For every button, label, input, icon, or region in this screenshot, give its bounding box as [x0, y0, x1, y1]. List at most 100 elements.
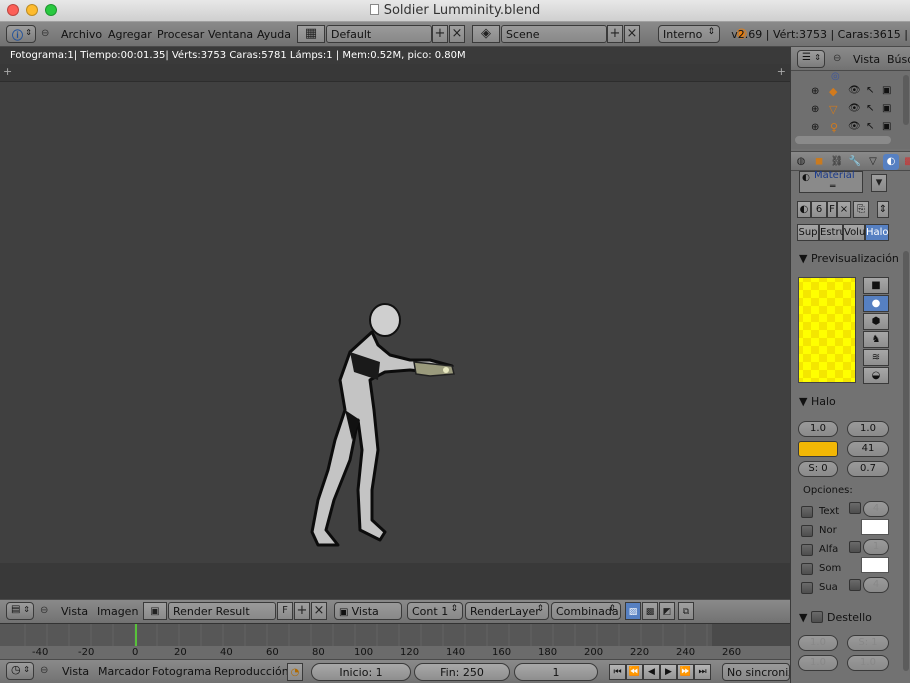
editor-type-button[interactable]: ◷ ⇕: [6, 662, 34, 680]
editor-type-button[interactable]: ⓘ ⇕: [6, 25, 36, 43]
flare-panel-header[interactable]: ▼ Destello: [799, 611, 872, 624]
play-reverse-button[interactable]: ◀: [643, 664, 660, 680]
option-text-checkbox[interactable]: [801, 506, 813, 518]
halo-size-field[interactable]: 1.0: [798, 421, 838, 437]
render-tab-icon[interactable]: ◍: [793, 154, 809, 170]
modifier-tab-icon[interactable]: 🔧: [847, 154, 863, 170]
star-checkbox[interactable]: [849, 579, 861, 591]
material-tab-icon[interactable]: ◐: [883, 154, 899, 170]
editor-type-button[interactable]: ▤ ⇕: [6, 602, 34, 620]
outliner-hscrollbar[interactable]: [795, 136, 891, 144]
timeline-playhead[interactable]: [135, 624, 137, 646]
menu-vista[interactable]: Vista: [62, 665, 89, 678]
preview-panel-header[interactable]: ▼ Previsualización: [799, 252, 899, 265]
timeline-area[interactable]: -40 -20 0 20 40 60 80 100 120 140 160 18…: [0, 623, 790, 660]
copy-to-clipboard-button[interactable]: ⧉: [678, 602, 694, 620]
preview-sky-button[interactable]: ◒: [863, 367, 889, 384]
flare-subsize-field[interactable]: 1.0: [847, 655, 889, 671]
halo-alpha-field[interactable]: 0.7: [847, 461, 889, 477]
lines-count-field[interactable]: 4: [863, 501, 889, 517]
draw-image-and-alpha-button[interactable]: ▨: [625, 602, 641, 620]
texture-tab-icon[interactable]: ▩: [901, 154, 910, 170]
menu-marcador[interactable]: Marcador: [98, 665, 150, 678]
delete-scene-button[interactable]: ×: [624, 25, 640, 43]
layout-name-field[interactable]: Default: [326, 25, 432, 43]
line-color-swatch[interactable]: [861, 519, 889, 535]
scene-selector-button[interactable]: ◈: [472, 25, 500, 43]
halo-seed-field[interactable]: S: 0: [798, 461, 838, 477]
current-frame-field[interactable]: 1: [514, 663, 598, 681]
preview-monkey-button[interactable]: ♞: [863, 331, 889, 348]
layout-selector-button[interactable]: ▦: [297, 25, 325, 43]
material-slot-name[interactable]: Material: [814, 170, 855, 181]
data-tab-icon[interactable]: ▽: [865, 154, 881, 170]
ring-color-swatch[interactable]: [861, 557, 889, 573]
outliner-search-field[interactable]: Búsq: [887, 53, 910, 66]
menu-agregar[interactable]: Agregar: [108, 28, 152, 41]
collapse-menu-icon[interactable]: ⊖: [833, 53, 841, 64]
type-tab-surface[interactable]: Sup: [797, 224, 819, 241]
cursor-icon[interactable]: ↖: [866, 103, 874, 114]
eye-icon[interactable]: 👁: [848, 85, 861, 96]
type-tab-wire[interactable]: Estru: [819, 224, 846, 241]
node-toggle-button[interactable]: ⎘: [853, 201, 869, 218]
halo-color-swatch[interactable]: [798, 441, 838, 457]
jump-keyframe-back-button[interactable]: ⏪: [626, 664, 643, 680]
delete-layout-button[interactable]: ×: [449, 25, 465, 43]
render-layer-select[interactable]: RenderLayer ⇕: [465, 602, 549, 620]
play-button[interactable]: ▶: [660, 664, 677, 680]
option-soft-checkbox[interactable]: [801, 582, 813, 594]
jump-start-button[interactable]: ⏮: [609, 664, 626, 680]
corner-plus-icon[interactable]: +: [3, 65, 12, 78]
option-alpha-checkbox[interactable]: [801, 544, 813, 556]
menu-ayuda[interactable]: Ayuda: [257, 28, 291, 41]
menu-fotograma[interactable]: Fotograma: [152, 665, 211, 678]
flare-checkbox[interactable]: [810, 611, 823, 623]
add-scene-button[interactable]: +: [607, 25, 623, 43]
render-pass-select[interactable]: Combinada ⇕: [551, 602, 621, 620]
collapse-menu-icon[interactable]: ⊖: [41, 28, 49, 39]
fake-user-button[interactable]: F: [827, 201, 837, 218]
expand-icon[interactable]: ⊕: [811, 104, 819, 115]
use-preview-range-button[interactable]: ◔: [287, 663, 303, 681]
outliner-row[interactable]: ⊕ ▽ 👁 ↖ ▣: [791, 103, 910, 120]
add-layout-button[interactable]: +: [432, 25, 448, 43]
preview-plane-button[interactable]: ■: [863, 277, 889, 294]
unlink-material-button[interactable]: ×: [837, 201, 851, 218]
flare-boost-field[interactable]: 1.0: [798, 655, 838, 671]
menu-archivo[interactable]: Archivo: [61, 28, 102, 41]
end-frame-field[interactable]: Fin: 250: [414, 663, 510, 681]
eye-icon[interactable]: 👁: [848, 121, 861, 132]
flare-seed-field[interactable]: S: 1: [847, 635, 889, 651]
star-tips-field[interactable]: 4: [863, 577, 889, 593]
material-slot-list[interactable]: ◐ Material ═: [799, 170, 863, 193]
render-slot-select[interactable]: Cont 1 ⇕: [407, 602, 463, 620]
object-tab-icon[interactable]: ◼: [811, 154, 827, 170]
properties-vscrollbar[interactable]: [903, 251, 909, 671]
menu-imagen[interactable]: Imagen: [97, 605, 138, 618]
lines-checkbox[interactable]: [849, 502, 861, 514]
collapse-menu-icon[interactable]: ⊖: [40, 665, 48, 676]
render-engine-select[interactable]: Interno ⇕: [658, 25, 720, 43]
menu-vista[interactable]: Vista: [61, 605, 88, 618]
menu-vista[interactable]: Vista: [853, 53, 880, 66]
corner-plus-icon[interactable]: +: [777, 65, 786, 78]
option-normal-checkbox[interactable]: [801, 525, 813, 537]
preview-sphere-button[interactable]: ●: [863, 295, 889, 312]
render-canvas[interactable]: [0, 82, 790, 563]
outliner-tree[interactable]: ◎ ⊕ ◆ 👁 ↖ ▣ ⊕ ▽ 👁 ↖ ▣ ⊕ ♀ 👁 ↖ ▣: [791, 71, 910, 149]
sync-mode-select[interactable]: No sincroniza: [722, 663, 790, 681]
fake-user-button[interactable]: F: [277, 602, 293, 620]
render-icon[interactable]: ▣: [882, 85, 891, 96]
material-users-count[interactable]: 6: [811, 201, 827, 218]
unlink-image-button[interactable]: ×: [311, 602, 327, 620]
rings-count-field[interactable]: 1: [863, 539, 889, 555]
expand-icon[interactable]: ⊕: [811, 86, 819, 97]
start-frame-field[interactable]: Inicio: 1: [311, 663, 411, 681]
menu-ventana[interactable]: Ventana: [208, 28, 253, 41]
type-tab-halo[interactable]: Halo: [865, 224, 889, 241]
cursor-icon[interactable]: ↖: [866, 85, 874, 96]
render-icon[interactable]: ▣: [882, 121, 891, 132]
preview-hair-button[interactable]: ≋: [863, 349, 889, 366]
preview-cube-button[interactable]: ⬢: [863, 313, 889, 330]
